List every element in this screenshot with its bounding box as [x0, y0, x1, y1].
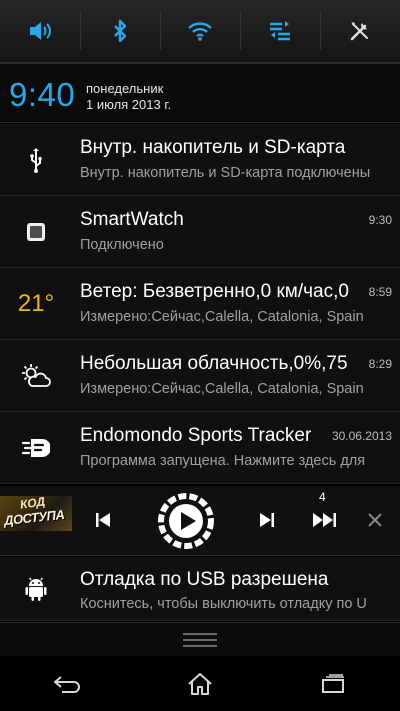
notification-endomondo[interactable]: Endomondo Sports Tracker Программа запущ…: [0, 412, 400, 484]
play-icon: [158, 493, 214, 549]
fast-forward-icon: [313, 513, 336, 527]
notification-time: 30.06.2013: [331, 429, 392, 443]
music-player-notification: КОД ДОСТУПА 4: [0, 486, 400, 556]
date-header: 9:40 понедельник 1 июля 2013 г.: [0, 62, 400, 123]
sync-icon: [270, 21, 290, 41]
play-button[interactable]: [156, 491, 216, 551]
notification-title: Внутр. накопитель и SD-карта: [80, 137, 346, 158]
notification-text: Измерено:Сейчас,Calella, Catalonia, Spai…: [80, 381, 364, 397]
skip-next-icon: [260, 513, 274, 527]
clock: 9:40: [9, 76, 76, 113]
album-art[interactable]: КОД ДОСТУПА: [0, 496, 72, 531]
wifi-icon: [188, 22, 212, 41]
recent-apps-icon: [322, 673, 345, 693]
usb-icon: [30, 148, 42, 173]
bluetooth-icon: [114, 19, 127, 43]
notification-time: 9:30: [368, 213, 392, 227]
back-icon: [53, 675, 80, 693]
sound-toggle[interactable]: [0, 0, 80, 62]
notification-smartwatch[interactable]: SmartWatch Подключено 9:30: [0, 196, 400, 268]
quick-settings-bar: [0, 0, 400, 62]
notification-time: 8:59: [368, 285, 392, 299]
notification-title: Небольшая облачность,0%,75: [80, 353, 348, 374]
notification-title: Ветер: Безветренно,0 км/час,0: [80, 281, 349, 302]
settings-button[interactable]: [320, 0, 400, 62]
home-button[interactable]: [133, 656, 266, 711]
notification-text: Измерено:Сейчас,Calella, Catalonia, Spai…: [80, 309, 364, 325]
notification-text: Внутр. накопитель и SD-карта подключены: [80, 165, 371, 181]
temperature-icon: 21°: [17, 290, 55, 317]
notification-text: Программа запущена. Нажмите здесь для: [80, 453, 366, 469]
notification-text: Коснитесь, чтобы выключить отладку по U: [80, 596, 367, 612]
notification-time: 8:29: [368, 357, 392, 371]
bluetooth-toggle[interactable]: [80, 0, 160, 62]
date-block: понедельник 1 июля 2013 г.: [86, 81, 171, 113]
panel-drag-handle[interactable]: [0, 622, 400, 656]
skip-start-icon: [96, 513, 110, 527]
grip-lines-icon: [183, 632, 217, 647]
wrench-screwdriver-icon: [350, 22, 368, 41]
date: 1 июля 2013 г.: [86, 97, 172, 112]
navigation-bar: [0, 656, 400, 711]
notification-weather-wind[interactable]: 21° Ветер: Безветренно,0 км/час,0 Измере…: [0, 268, 400, 340]
partly-cloudy-icon: [22, 364, 51, 387]
notification-title: SmartWatch: [80, 209, 184, 230]
notification-weather-clouds[interactable]: Небольшая облачность,0%,75 Измерено:Сейч…: [0, 340, 400, 412]
next-track-button[interactable]: [256, 509, 278, 531]
android-icon: [25, 577, 47, 601]
notification-text: Подключено: [80, 237, 164, 253]
data-sync-toggle[interactable]: [240, 0, 320, 62]
endomondo-icon: [22, 439, 50, 457]
notification-usb-storage[interactable]: Внутр. накопитель и SD-карта Внутр. нако…: [0, 124, 400, 196]
back-button[interactable]: [0, 656, 133, 711]
recent-apps-button[interactable]: [267, 656, 400, 711]
smartwatch-icon: [27, 223, 45, 241]
track-number: 4: [319, 490, 326, 504]
fast-forward-button[interactable]: [310, 508, 340, 532]
home-icon: [188, 672, 212, 695]
notification-usb-debugging[interactable]: Отладка по USB разрешена Коснитесь, чтоб…: [0, 557, 400, 621]
close-player-button[interactable]: [364, 509, 386, 531]
close-icon: [368, 513, 382, 527]
rewind-button[interactable]: [92, 509, 114, 531]
notification-title: Отладка по USB разрешена: [80, 569, 329, 590]
weekday: понедельник: [86, 81, 164, 96]
wifi-toggle[interactable]: [160, 0, 240, 62]
speaker-icon: [30, 22, 51, 40]
notification-title: Endomondo Sports Tracker: [80, 425, 312, 446]
